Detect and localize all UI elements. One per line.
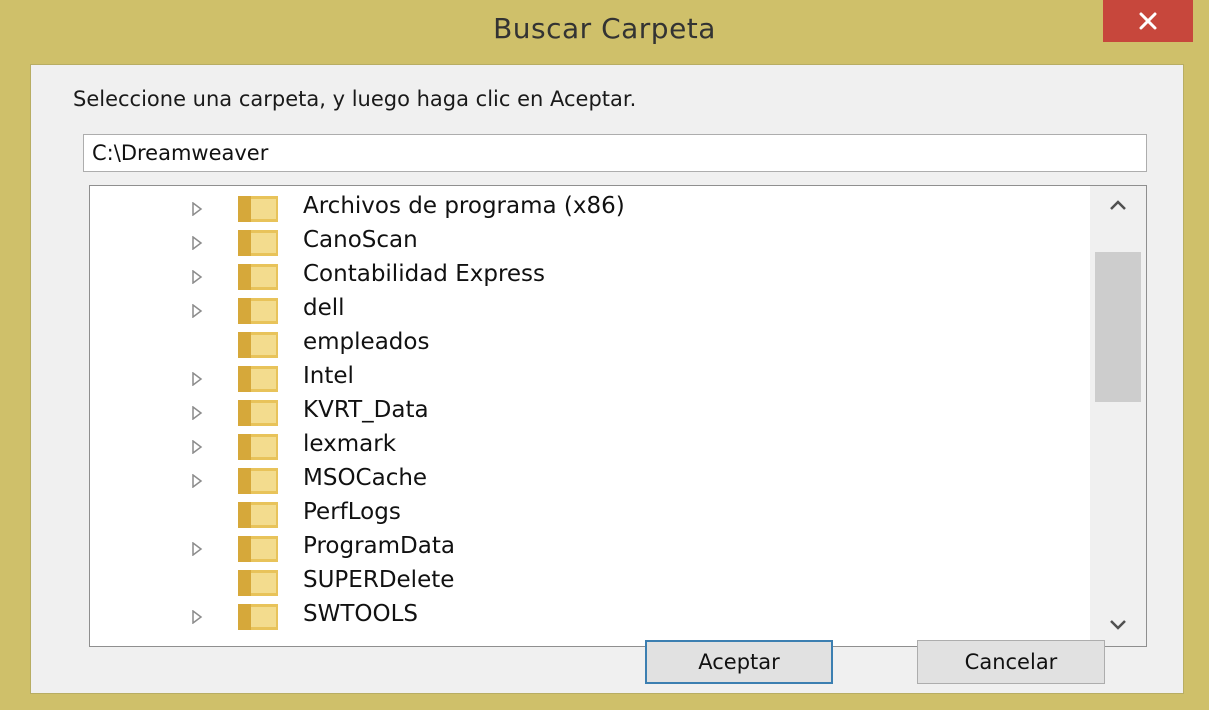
tree-item[interactable]: PerfLogs xyxy=(90,498,1080,532)
folder-icon xyxy=(238,434,278,460)
tree-item-label: Archivos de programa (x86) xyxy=(303,193,625,219)
folder-icon xyxy=(238,570,278,596)
folder-icon xyxy=(238,604,278,630)
accept-button[interactable]: Aceptar xyxy=(645,640,833,684)
tree-item-label: SUPERDelete xyxy=(303,567,455,593)
tree-item[interactable]: SWTOOLS xyxy=(90,600,1080,634)
tree-item-label: lexmark xyxy=(303,431,397,457)
dialog-window: Buscar Carpeta Seleccione una carpeta, y… xyxy=(0,0,1209,710)
tree-item-label: Intel xyxy=(303,363,354,389)
expand-arrow-icon[interactable] xyxy=(190,406,204,420)
folder-icon xyxy=(238,332,278,358)
tree-item[interactable]: dell xyxy=(90,294,1080,328)
tree-item-label: ProgramData xyxy=(303,533,455,559)
instruction-text: Seleccione una carpeta, y luego haga cli… xyxy=(73,87,637,111)
vertical-scrollbar[interactable] xyxy=(1090,186,1146,646)
folder-icon xyxy=(238,502,278,528)
folder-icon xyxy=(238,400,278,426)
cancel-button[interactable]: Cancelar xyxy=(917,640,1105,684)
scroll-thumb[interactable] xyxy=(1095,252,1141,402)
folder-icon xyxy=(238,536,278,562)
expand-arrow-icon[interactable] xyxy=(190,542,204,556)
folder-icon xyxy=(238,230,278,256)
folder-icon xyxy=(238,264,278,290)
folder-icon xyxy=(238,468,278,494)
tree-item[interactable]: Contabilidad Express xyxy=(90,260,1080,294)
tree-item-label: dell xyxy=(303,295,345,321)
tree-item[interactable]: KVRT_Data xyxy=(90,396,1080,430)
tree-item[interactable]: lexmark xyxy=(90,430,1080,464)
chevron-up-icon xyxy=(1110,200,1126,210)
tree-item-label: CanoScan xyxy=(303,227,418,253)
chevron-down-icon xyxy=(1110,620,1126,630)
tree-item-label: MSOCache xyxy=(303,465,428,491)
tree-item[interactable]: empleados xyxy=(90,328,1080,362)
dialog-body: Seleccione una carpeta, y luego haga cli… xyxy=(30,64,1184,694)
tree-item[interactable]: SUPERDelete xyxy=(90,566,1080,600)
expand-arrow-icon[interactable] xyxy=(190,236,204,250)
tree-item-label: empleados xyxy=(303,329,430,355)
expand-arrow-icon[interactable] xyxy=(190,372,204,386)
scroll-up-button[interactable] xyxy=(1090,186,1146,226)
title-bar[interactable]: Buscar Carpeta xyxy=(0,0,1209,64)
close-button[interactable] xyxy=(1103,0,1193,42)
expand-arrow-icon[interactable] xyxy=(190,270,204,284)
expand-arrow-icon[interactable] xyxy=(190,610,204,624)
tree-item-label: PerfLogs xyxy=(303,499,401,525)
close-icon xyxy=(1139,12,1157,30)
folder-icon xyxy=(238,366,278,392)
expand-arrow-icon[interactable] xyxy=(190,202,204,216)
expand-arrow-icon[interactable] xyxy=(190,440,204,454)
tree-item-label: Contabilidad Express xyxy=(303,261,546,287)
folder-tree[interactable]: Archivos de programa (x86) CanoScan Cont… xyxy=(89,185,1147,647)
tree-item-label: SWTOOLS xyxy=(303,601,419,627)
folder-icon xyxy=(238,298,278,324)
folder-icon xyxy=(238,196,278,222)
tree-item[interactable]: Intel xyxy=(90,362,1080,396)
tree-item[interactable]: Archivos de programa (x86) xyxy=(90,192,1080,226)
tree-item-label: KVRT_Data xyxy=(303,397,429,423)
tree-item[interactable]: CanoScan xyxy=(90,226,1080,260)
window-title: Buscar Carpeta xyxy=(493,12,716,45)
tree-item[interactable]: ProgramData xyxy=(90,532,1080,566)
tree-item[interactable]: MSOCache xyxy=(90,464,1080,498)
expand-arrow-icon[interactable] xyxy=(190,304,204,318)
expand-arrow-icon[interactable] xyxy=(190,474,204,488)
folder-path-input[interactable] xyxy=(83,134,1147,172)
